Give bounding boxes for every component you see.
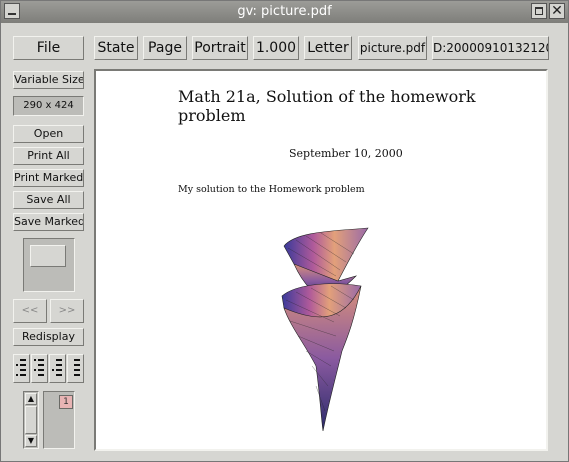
document-text: My solution to the Homework problem (178, 184, 365, 195)
variable-size-button[interactable]: Variable Size (13, 71, 84, 89)
page-list[interactable]: 1 (43, 391, 75, 449)
file-menu-button[interactable]: File (13, 36, 84, 60)
open-button[interactable]: Open (13, 125, 84, 143)
mark-odd-icon[interactable] (13, 354, 30, 383)
document-view[interactable]: Math 21a, Solution of the homework probl… (94, 69, 548, 451)
document-title: Math 21a, Solution of the homework probl… (178, 87, 476, 125)
state-menu-button[interactable]: State (94, 36, 138, 60)
prev-page-button[interactable]: << (13, 299, 47, 323)
document-date: September 10, 2000 (289, 147, 403, 160)
mark-even-icon[interactable] (31, 354, 48, 383)
filename-button[interactable]: picture.pdf (358, 36, 427, 60)
paper-size-button[interactable]: Letter (304, 36, 352, 60)
scroll-down-icon[interactable]: ▼ (25, 435, 37, 447)
panner[interactable] (23, 238, 75, 292)
scroll-up-icon[interactable]: ▲ (25, 393, 37, 405)
save-all-button[interactable]: Save All (13, 191, 84, 209)
maximize-icon[interactable] (531, 3, 547, 19)
save-marked-button[interactable]: Save Marked (13, 213, 84, 231)
gv-window: gv: picture.pdf ✕ File State Page Portra… (0, 0, 569, 462)
close-icon[interactable]: ✕ (549, 3, 565, 19)
page-dimensions: 290 x 424 (13, 96, 84, 116)
panner-slider[interactable] (30, 245, 66, 267)
unmark-all-icon[interactable] (67, 354, 84, 383)
page-list-item[interactable]: 1 (59, 395, 73, 409)
scroll-thumb[interactable] (25, 406, 37, 434)
magnification-button[interactable]: 1.000 (253, 36, 299, 60)
surface-plot-image (281, 227, 369, 432)
page-list-scrollbar[interactable]: ▲ ▼ (23, 391, 39, 449)
page-menu-button[interactable]: Page (143, 36, 187, 60)
mark-current-icon[interactable] (49, 354, 66, 383)
window-title: gv: picture.pdf (237, 4, 332, 19)
print-all-button[interactable]: Print All (13, 147, 84, 165)
title-bar[interactable]: gv: picture.pdf ✕ (1, 1, 568, 23)
print-marked-button[interactable]: Print Marked (13, 169, 84, 187)
redisplay-button[interactable]: Redisplay (13, 328, 84, 346)
orientation-button[interactable]: Portrait (192, 36, 248, 60)
date-button[interactable]: D:20000910132120 (432, 36, 549, 60)
next-page-button[interactable]: >> (50, 299, 84, 323)
